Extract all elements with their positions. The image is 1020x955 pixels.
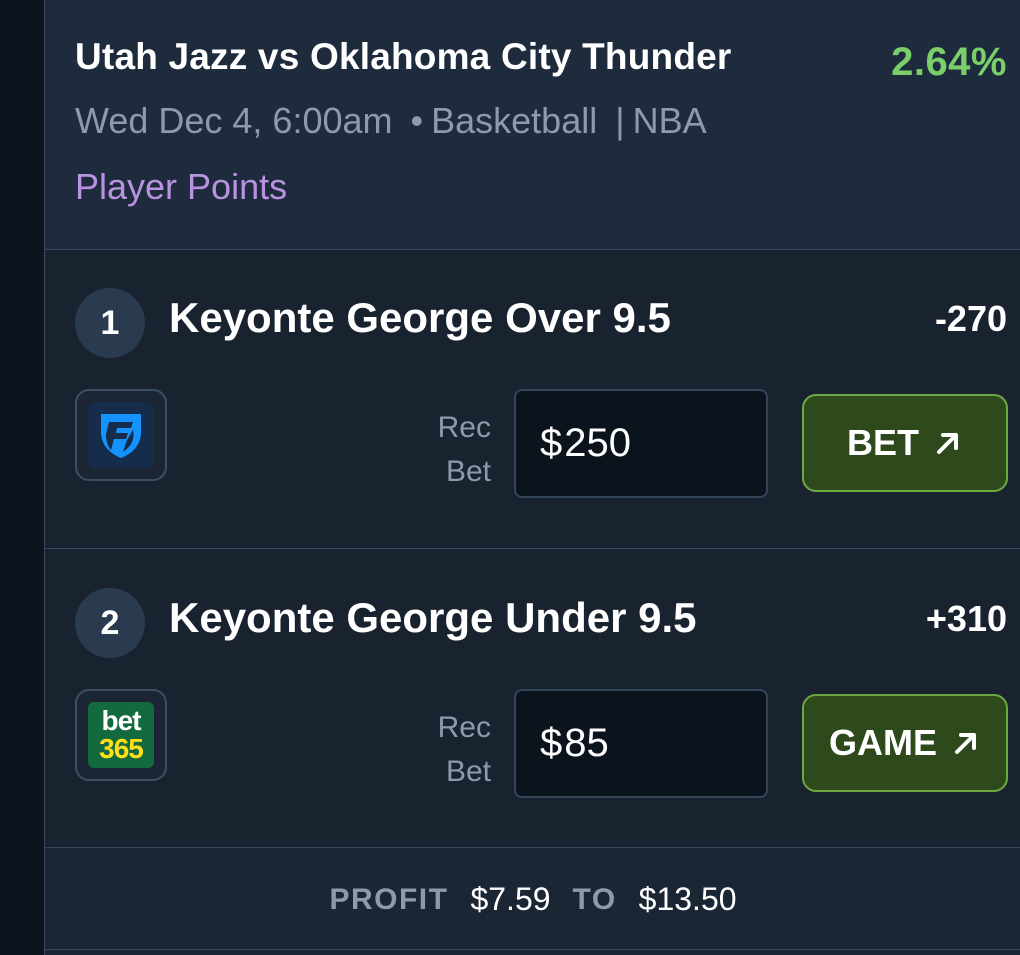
event-league: NBA <box>632 100 707 141</box>
profit-label: PROFIT <box>329 882 449 916</box>
bet-amount-input[interactable]: $ 85 <box>514 689 768 798</box>
rec-bet-label: Rec Bet <box>421 406 491 494</box>
leg-selection: Keyonte George Over 9.5 <box>169 294 671 341</box>
profit-to-label: TO <box>572 882 617 916</box>
bet-button[interactable]: BET <box>802 394 1008 492</box>
left-sidebar-edge <box>0 0 44 955</box>
event-datetime: Wed Dec 4, 6:00am <box>75 100 393 141</box>
market-type: Player Points <box>75 166 288 207</box>
meta-bullet: • <box>410 100 424 141</box>
bet-leg: 1 Keyonte George Over 9.5 -270 Rec Bet $… <box>45 250 1020 549</box>
bet-label-line: Bet <box>445 455 491 488</box>
bet365-logo-bottom: 365 <box>99 733 144 764</box>
edge-percent: 2.64% <box>891 40 1007 84</box>
event-title: Utah Jazz vs Oklahoma City Thunder <box>75 36 732 77</box>
bet365-logo-mark: bet 365 <box>88 702 154 768</box>
meta-divider: | <box>615 100 625 141</box>
leg-number-badge: 1 <box>75 288 145 358</box>
game-button[interactable]: GAME <box>802 694 1008 792</box>
bet-amount-value: 85 <box>564 721 609 765</box>
bet365-logo[interactable]: bet 365 <box>75 689 167 781</box>
rec-label-line: Rec <box>437 711 491 744</box>
event-meta: Wed Dec 4, 6:00am • Basketball | NBA <box>75 100 707 142</box>
event-sport: Basketball <box>431 100 598 141</box>
profit-max: $13.50 <box>638 881 737 917</box>
currency-symbol: $ <box>540 721 563 765</box>
leg-number-badge: 2 <box>75 588 145 658</box>
bet365-logo-top: bet <box>101 705 142 736</box>
currency-symbol: $ <box>540 421 563 465</box>
fanduel-shield-icon <box>88 402 154 468</box>
arrow-up-right-icon <box>955 733 976 754</box>
bet-leg: 2 Keyonte George Under 9.5 +310 bet 365 … <box>45 550 1020 848</box>
bet-label-line: Bet <box>445 755 491 788</box>
game-button-label: GAME <box>829 722 937 763</box>
leg-odds: -270 <box>934 298 1007 339</box>
rec-bet-label: Rec Bet <box>421 706 491 794</box>
bet-button-label: BET <box>847 422 919 463</box>
bet-amount-input[interactable]: $ 250 <box>514 389 768 498</box>
leg-odds: +310 <box>925 598 1007 639</box>
fanduel-logo[interactable] <box>75 389 167 481</box>
leg-selection: Keyonte George Under 9.5 <box>169 594 697 641</box>
arbitrage-card: Utah Jazz vs Oklahoma City Thunder 2.64%… <box>44 0 1020 955</box>
event-header: Utah Jazz vs Oklahoma City Thunder 2.64%… <box>45 0 1020 250</box>
arrow-up-right-icon <box>937 433 958 454</box>
rec-label-line: Rec <box>437 411 491 444</box>
profit-min: $7.59 <box>470 881 551 917</box>
bet-amount-value: 250 <box>564 421 631 465</box>
profit-summary: PROFIT $7.59 TO $13.50 <box>45 850 1020 950</box>
